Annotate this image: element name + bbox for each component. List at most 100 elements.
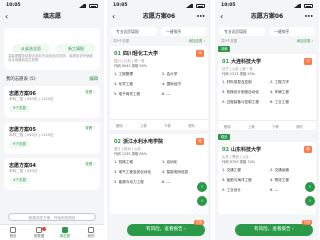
delete-button[interactable]: 删除: [116, 123, 123, 128]
fill-icon: [62, 227, 68, 233]
move-down-button[interactable]: 下移: [272, 124, 279, 129]
major-item: 4. 车辆工程: [270, 90, 289, 94]
fill-volunteer-screen: 10:05 ‹ 填志愿 从省选志愿 新工填报 温馨提醒您填报志愿前先阅读相关说明…: [0, 0, 104, 240]
adjust-button[interactable]: 调剂: [188, 123, 195, 128]
card-actions: 删除 上移 下移 调剂: [110, 119, 208, 128]
tab-label: 我的: [87, 234, 95, 238]
major-fill-select[interactable]: 专业志愿填报: [219, 27, 265, 36]
notification-dot: [42, 227, 46, 231]
school-index: 02: [114, 139, 121, 145]
sort-button[interactable]: 一键排序: [161, 27, 207, 36]
plan-detail-screen: 10:05 ‹ 志愿方案06 ••• 专业志愿填报 一键排序 共9个志愿 添加志…: [107, 0, 211, 240]
plan-view-link[interactable]: 查看 ›: [85, 90, 95, 95]
plan-view-link[interactable]: 查看 ›: [85, 126, 95, 131]
major-fill-select[interactable]: 专业志愿填报: [111, 27, 157, 36]
new-fill-button[interactable]: 新工填报: [56, 44, 96, 53]
major-item: 4. 国际经济: [162, 82, 181, 86]
school-card[interactable]: 01 大连科技大学 冲 辽宁 | 公办 | 双一流 代码 1213 录取 55% …: [218, 54, 316, 130]
more-icon[interactable]: •••: [196, 11, 205, 23]
notice-text: 温馨提醒您填报志愿前先阅读相关说明，填报前请仔细核对本地最新招生政策: [8, 54, 93, 63]
nav-bar: ‹ 志愿方案06 •••: [107, 11, 211, 23]
delete-button[interactable]: 删除: [224, 124, 231, 129]
adjust-button[interactable]: 调剂: [296, 124, 303, 129]
section-label-stable: 稳妥: [218, 134, 231, 140]
create-plan-button[interactable]: 新建志愿方案，开始你的规划: [8, 213, 96, 221]
back-icon[interactable]: ‹: [220, 11, 223, 23]
major-item: 1. 交通工程: [222, 168, 241, 172]
edit-button[interactable]: 编辑: [89, 76, 98, 82]
back-icon[interactable]: ‹: [112, 11, 115, 23]
school-index: 01: [222, 59, 229, 65]
move-up-button[interactable]: 上移: [248, 124, 255, 129]
major-item: 2. 工程力学: [270, 80, 289, 84]
cta-tag: 已选: [193, 220, 204, 225]
major-item: 3. 船舶与海洋工程: [222, 178, 252, 182]
nav-bar: ‹ 填志愿: [0, 11, 104, 23]
major-item: 5. 工业设计: [222, 188, 241, 192]
school-name: 四川轻化工大学: [122, 51, 158, 57]
shortcut-card: 从省选志愿 新工填报: [4, 28, 100, 70]
risk-badge: 稳: [196, 138, 204, 145]
plan-title: 志愿方案05: [9, 127, 36, 133]
status-bar: 10:05: [215, 2, 319, 10]
page-title: 志愿方案06: [142, 13, 176, 20]
tab-data[interactable]: 查数据: [28, 227, 50, 239]
signal-icon: [294, 4, 301, 8]
card-actions: 删除 上移 下移 调剂: [218, 120, 316, 129]
my-plans-header: 我的志愿表 (5) 编辑: [6, 76, 98, 82]
school-name: 大连科技大学: [230, 59, 261, 65]
school-codes: 代码 1213 录取 55%: [222, 72, 255, 76]
cta-label: 有风险，查看报告 ›: [253, 227, 295, 232]
major-item: 2. 交通运输: [270, 168, 289, 172]
school-card[interactable]: 02 山东科技大学 稳 山东 | 青岛 | 公办 代码 9759 录取 70% 1…: [218, 142, 316, 214]
major-item: 2. 会计学: [162, 72, 178, 76]
plan-view-link[interactable]: 查看 ›: [85, 162, 95, 167]
share-button[interactable]: ⇪: [197, 196, 207, 206]
sort-button[interactable]: 一键排序: [269, 27, 315, 36]
school-card[interactable]: 01 四川轻化工大学 冲 四川 | 公办 | 双一流 代码 0043 录取 50%…: [110, 46, 208, 130]
major-item: 1. 工程管理: [114, 72, 133, 76]
tab-fill[interactable]: 填志愿: [54, 227, 76, 239]
plan-subtitle: 本科二批 | 540分 | 1120位: [9, 97, 54, 101]
tab-bar: 首页 查数据 填志愿 我的: [0, 224, 104, 240]
plan-detail-screen-alt: 10:05 ‹ 志愿方案06 ••• 专业志愿填报 一键排序 共9个志愿 添加志…: [215, 0, 319, 240]
school-codes: 代码 9759 录取 70%: [222, 160, 255, 164]
volunteer-count: 共9个志愿: [113, 39, 130, 43]
plan-count-tag: 9个志愿: [9, 105, 31, 112]
school-name: 山东科技大学: [230, 147, 261, 153]
plan-card[interactable]: 志愿方案04 查看 › 本科二批 | 540分 4个志愿: [4, 158, 100, 190]
major-item: 5. 过程装备与控制工程: [222, 100, 259, 104]
share-button[interactable]: ⇪: [305, 196, 315, 206]
choose-by-province-button[interactable]: 从省选志愿: [12, 44, 50, 53]
risk-badge: 冲: [196, 50, 204, 57]
status-bar: 10:05: [0, 2, 104, 10]
battery-icon: [304, 4, 313, 8]
school-card[interactable]: 02 浙江水利水电学院 稳 浙江 | 杭州 | 公办 代码 1235 录取 65%…: [110, 134, 208, 214]
plan-card[interactable]: 志愿方案05 查看 › 本科二批 | 540分 | 1120位 9个志愿: [4, 122, 100, 154]
more-icon[interactable]: •••: [304, 11, 313, 23]
plan-card[interactable]: 志愿方案06 查看 › 本科二批 | 540分 | 1120位 9个志愿: [4, 86, 100, 118]
back-icon[interactable]: ‹: [5, 11, 8, 23]
signal-icon: [79, 4, 86, 8]
tab-mine[interactable]: 我的: [80, 227, 102, 239]
tab-home[interactable]: 首页: [2, 227, 24, 239]
add-volunteer-link[interactable]: 添加志愿 ›: [296, 39, 313, 44]
page-title: 填志愿: [42, 13, 61, 20]
view-report-button[interactable]: 有风险，查看报告 › 已选: [235, 220, 313, 236]
major-item: 2. 自动化: [162, 160, 178, 164]
tab-label: 填志愿: [59, 234, 71, 238]
school-codes: 代码 1235 录取 65%: [114, 152, 147, 156]
user-icon: [88, 227, 94, 233]
major-item: 1. 机械工程: [114, 160, 133, 164]
add-volunteer-link[interactable]: 添加志愿 ›: [188, 39, 205, 44]
plan-subtitle: 本科二批 | 540分 | 1120位: [9, 133, 54, 137]
move-down-button[interactable]: 下移: [164, 123, 171, 128]
major-item: 4. 智能电网信息: [162, 170, 189, 174]
battery-icon: [196, 4, 205, 8]
major-item: 5. 电子商务工程: [114, 92, 141, 96]
move-up-button[interactable]: 上移: [140, 123, 147, 128]
scroll-top-button[interactable]: ↑: [197, 182, 207, 192]
scroll-top-button[interactable]: ↑: [305, 182, 315, 192]
major-item: 6. 工业工程: [270, 100, 289, 104]
view-report-button[interactable]: 有风险，查看报告 › 已选: [127, 220, 205, 236]
